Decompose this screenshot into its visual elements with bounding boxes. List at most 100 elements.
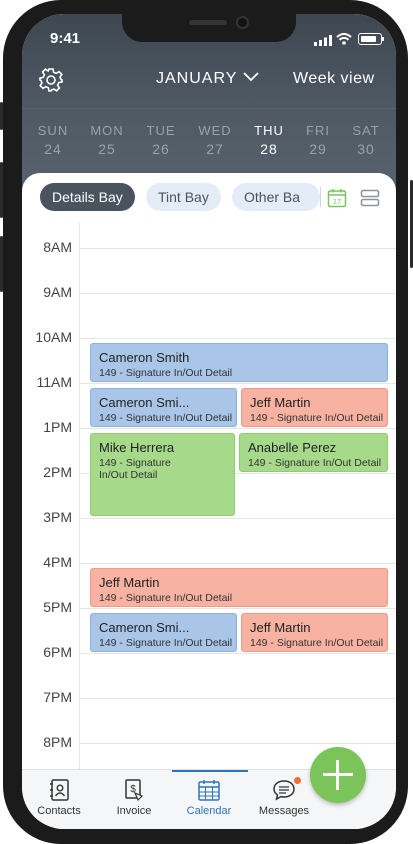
day-name: WED	[198, 123, 232, 138]
hour-line	[79, 653, 396, 654]
bay-tab-other-label: Other Ba	[244, 189, 301, 205]
appointment-card[interactable]: Jeff Martin 149 - Signature In/Out Detai…	[90, 568, 388, 607]
bay-tab-details[interactable]: Details Bay	[40, 183, 135, 211]
appointment-client: Mike Herrera	[99, 440, 175, 455]
tab-calendar[interactable]: Calendar	[174, 770, 244, 829]
appointment-card[interactable]: Cameron Smi... 149 - Signature In/Out De…	[90, 388, 237, 427]
day-name: THU	[254, 123, 284, 138]
tab-messages[interactable]: Messages	[249, 770, 319, 829]
phone-frame: 9:41 JANUARY Week view SUN 24 MON 25 TUE…	[3, 0, 408, 844]
hour-label: 6PM	[43, 644, 72, 660]
bay-tab-other[interactable]: Other Ba	[232, 183, 320, 211]
appointment-client: Cameron Smi...	[99, 620, 190, 635]
appointment-card[interactable]: Jeff Martin 149 - Signature In/Out Detai…	[241, 613, 388, 652]
hour-line	[79, 428, 396, 429]
hour-line	[79, 743, 396, 744]
hour-label: 4PM	[43, 554, 72, 570]
appointment-card[interactable]: Jeff Martin 149 - Signature In/Out Detai…	[241, 388, 388, 427]
day-tue[interactable]: TUE 26	[136, 122, 186, 158]
bay-tab-tint[interactable]: Tint Bay	[146, 183, 221, 211]
hour-line	[79, 698, 396, 699]
invoice-icon: $	[125, 779, 144, 802]
battery-cap	[382, 37, 384, 41]
appointment-service: 149 - Signature In/Out Detail	[99, 367, 233, 379]
day-mon[interactable]: MON 25	[82, 122, 132, 158]
month-selector[interactable]: JANUARY	[156, 70, 237, 88]
day-name: SAT	[352, 123, 380, 138]
hour-label: 1PM	[43, 419, 72, 435]
day-name: TUE	[146, 123, 176, 138]
day-sun[interactable]: SUN 24	[28, 122, 78, 158]
appointment-client: Jeff Martin	[99, 575, 160, 590]
status-time: 9:41	[50, 30, 81, 47]
tab-contacts[interactable]: Contacts	[24, 770, 94, 829]
day-number: 25	[98, 141, 116, 157]
tab-label: Contacts	[37, 805, 81, 817]
appointment-client: Cameron Smi...	[99, 395, 190, 410]
gear-icon[interactable]	[37, 66, 65, 94]
appointment-service: 149 - Signature In/Out Detail	[99, 592, 233, 604]
tab-label: Messages	[258, 805, 310, 817]
day-name: MON	[90, 123, 124, 138]
notch	[122, 14, 296, 42]
battery-icon	[358, 33, 382, 45]
front-camera	[236, 16, 249, 29]
calendar-today-icon[interactable]: 17	[327, 188, 347, 208]
tab-invoice[interactable]: $ Invoice	[99, 770, 169, 829]
appointment-card[interactable]: Cameron Smith 149 - Signature In/Out Det…	[90, 343, 388, 382]
calendar-grid[interactable]: 8AM 9AM 10AM 11AM 1PM 2PM 3PM 4PM 5PM 6P…	[22, 223, 396, 783]
screen: 9:41 JANUARY Week view SUN 24 MON 25 TUE…	[22, 14, 396, 829]
calendar-icon	[198, 780, 220, 801]
day-number: 24	[44, 141, 62, 157]
contacts-icon	[50, 779, 69, 801]
appointment-service: 149 - Signature In/Out Detail	[99, 457, 171, 481]
chevron-down-icon[interactable]	[242, 71, 260, 83]
appointment-service: 149 - Signature In/Out Detail	[250, 412, 384, 424]
tab-label: Invoice	[116, 805, 152, 817]
appointment-card[interactable]: Cameron Smi... 149 - Signature In/Out De…	[90, 613, 237, 652]
hour-label: 9AM	[43, 284, 72, 300]
hour-label: 7PM	[43, 689, 72, 705]
appointment-service: 149 - Signature In/Out Detail	[99, 637, 233, 649]
hour-line	[79, 383, 396, 384]
messages-icon	[273, 780, 295, 801]
appointment-service: 149 - Signature In/Out Detail	[250, 637, 384, 649]
week-view-toggle[interactable]: Week view	[293, 70, 375, 88]
appointment-client: Anabelle Perez	[248, 440, 337, 455]
hour-line	[79, 293, 396, 294]
appointment-service: 149 - Signature In/Out Detail	[248, 457, 382, 469]
day-sat[interactable]: SAT 30	[341, 122, 391, 158]
hour-label: 5PM	[43, 599, 72, 615]
hour-line	[79, 608, 396, 609]
signal-icon	[314, 35, 332, 46]
calendar-icon-day: 17	[333, 197, 341, 206]
hour-label: 8PM	[43, 734, 72, 750]
day-fri[interactable]: FRI 29	[293, 122, 343, 158]
hour-label: 3PM	[43, 509, 72, 525]
appointment-card[interactable]: Anabelle Perez 149 - Signature In/Out De…	[239, 433, 388, 472]
hour-line	[79, 563, 396, 564]
hour-line	[79, 248, 396, 249]
day-number: 27	[206, 141, 224, 157]
day-name: SUN	[37, 123, 69, 138]
hour-label: 2PM	[43, 464, 72, 480]
day-wed[interactable]: WED 27	[190, 122, 240, 158]
day-number: 28	[260, 141, 278, 157]
day-number: 30	[357, 141, 375, 157]
notification-dot	[294, 777, 301, 784]
appointment-service: 149 - Signature In/Out Detail	[99, 412, 233, 424]
header-divider	[22, 108, 396, 109]
add-appointment-button[interactable]	[310, 747, 366, 803]
day-name: FRI	[306, 123, 330, 138]
appointment-client: Jeff Martin	[250, 395, 311, 410]
tab-label: Calendar	[186, 805, 232, 817]
hour-label: 11AM	[36, 374, 72, 390]
layout-toggle-icon[interactable]	[360, 189, 380, 207]
day-thu[interactable]: THU 28	[244, 122, 294, 158]
hour-label: 8AM	[43, 239, 72, 255]
appointment-client: Jeff Martin	[250, 620, 311, 635]
time-axis-line	[79, 223, 80, 783]
day-number: 29	[309, 141, 327, 157]
appointment-card[interactable]: Mike Herrera 149 - Signature In/Out Deta…	[90, 433, 235, 516]
speaker	[189, 20, 227, 25]
